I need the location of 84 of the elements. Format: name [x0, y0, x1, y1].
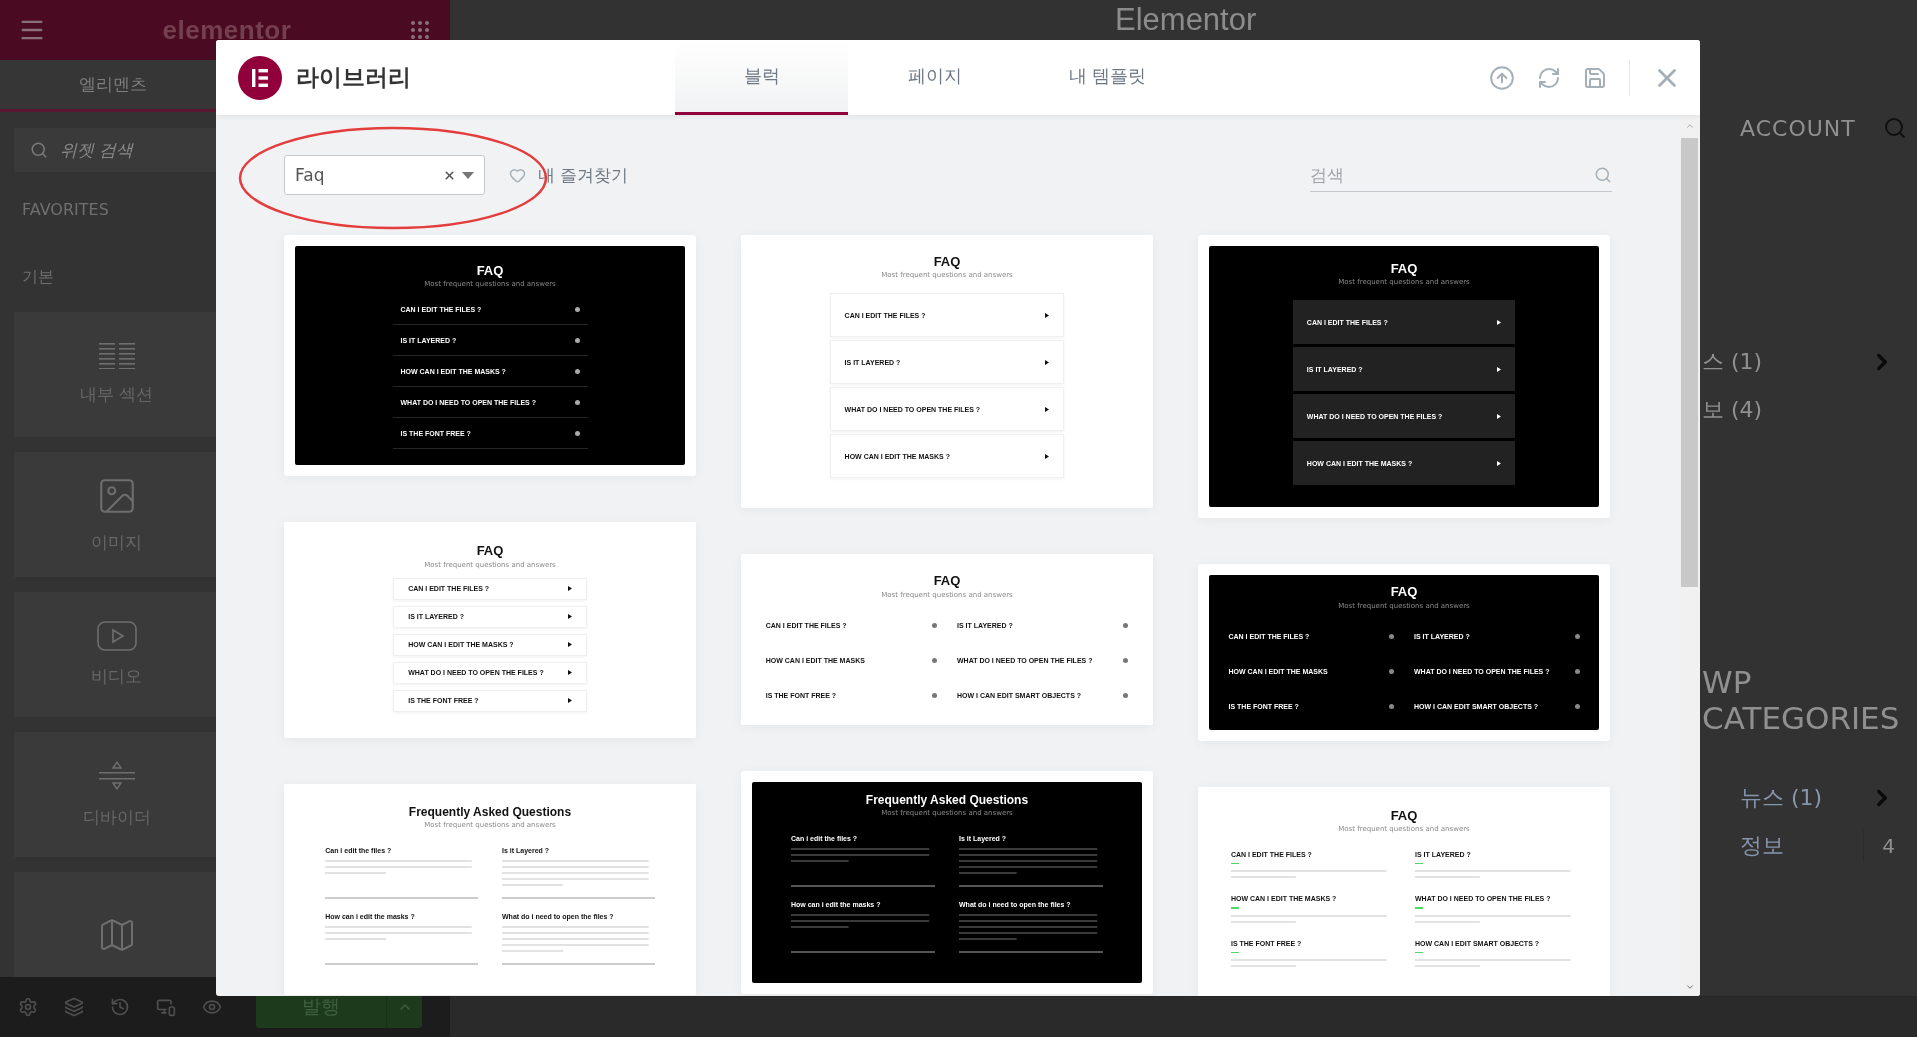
library-tab[interactable]: 블럭: [675, 40, 848, 115]
caret-icon: [567, 614, 572, 620]
eye-icon[interactable]: [202, 997, 222, 1017]
layers-icon[interactable]: [64, 997, 84, 1017]
dot-icon: [574, 337, 580, 343]
library-tab[interactable]: 내 템플릿: [1021, 40, 1194, 115]
sync-icon[interactable]: [1537, 65, 1561, 90]
dot-icon: [932, 658, 937, 664]
dot-icon: [1574, 704, 1580, 710]
caret-icon: [1045, 453, 1050, 459]
accent-dash: [1230, 951, 1239, 954]
search-field[interactable]: 검색: [1310, 158, 1612, 192]
search-icon: [1594, 166, 1612, 184]
dialog-title: 라이브러리: [296, 63, 411, 92]
dot-icon: [1389, 634, 1394, 640]
dot-icon: [1123, 623, 1129, 629]
caret-icon: [567, 586, 572, 592]
category-link[interactable]: 스 (1): [1702, 347, 1763, 377]
page-title: Elementor: [1115, 3, 1257, 37]
history-icon[interactable]: [110, 997, 130, 1017]
accent-dash: [1415, 951, 1423, 954]
accent-dash: [1415, 907, 1423, 909]
dot-icon: [932, 693, 937, 699]
caret-icon: [567, 698, 572, 704]
scroll-up-icon: [1684, 121, 1695, 131]
library-tab[interactable]: 페이지: [848, 40, 1021, 115]
template-title: FAQ: [933, 255, 961, 270]
dot-icon: [1123, 658, 1129, 664]
template-title: Frequently Asked Questions: [865, 793, 1029, 807]
template-title: FAQ: [476, 544, 504, 559]
caret-icon: [1045, 406, 1050, 412]
columns-icon: [98, 343, 135, 369]
logo-icon: [238, 55, 282, 100]
category-link[interactable]: 뉴스 (1): [1740, 783, 1823, 813]
template-title: FAQ: [1390, 585, 1418, 600]
widget-heading: CATEGORIES: [1701, 700, 1901, 736]
save-icon[interactable]: [1583, 65, 1607, 90]
search-icon: [30, 141, 48, 159]
dot-icon: [574, 368, 580, 374]
caret-icon: [567, 670, 572, 676]
dot-icon: [574, 399, 580, 405]
widget-heading: WP: [1701, 664, 1753, 700]
category-link[interactable]: 정보: [1740, 831, 1784, 861]
caret-icon: [1497, 413, 1502, 419]
dot-icon: [1574, 669, 1580, 675]
template-title: FAQ: [476, 264, 504, 279]
section-heading: 기본: [22, 267, 54, 288]
dot-icon: [1389, 704, 1394, 710]
caret-icon: [462, 171, 474, 179]
accent-dash: [1230, 862, 1239, 865]
template-title: Frequently Asked Questions: [408, 805, 572, 819]
heart-icon[interactable]: [509, 166, 526, 184]
accent-dash: [1230, 907, 1239, 909]
dot-icon: [1123, 693, 1129, 699]
search-icon[interactable]: [1883, 116, 1907, 140]
caret-icon: [1045, 312, 1050, 318]
dot-icon: [574, 430, 580, 436]
dot-icon: [932, 623, 937, 629]
dot-icon: [1574, 634, 1580, 640]
widget-card[interactable]: [14, 872, 219, 977]
upload-icon[interactable]: [1489, 64, 1515, 91]
category-link[interactable]: 보 (4): [1702, 395, 1763, 425]
apps-icon[interactable]: [408, 18, 432, 42]
dot-icon: [1389, 669, 1394, 675]
template-title: FAQ: [1390, 808, 1418, 823]
divider-icon: [98, 760, 135, 792]
caret-icon: [1497, 460, 1502, 466]
caret-icon: [567, 642, 572, 648]
post-count: 4: [1863, 830, 1895, 862]
caret-icon: [1497, 366, 1502, 372]
caret-icon: [1045, 359, 1050, 365]
dot-icon: [574, 306, 580, 312]
caret-icon: [1497, 319, 1502, 325]
category-select[interactable]: Faq: [284, 155, 485, 195]
clear-icon[interactable]: [443, 168, 456, 182]
settings-icon[interactable]: [18, 997, 38, 1017]
template-title: FAQ: [933, 574, 961, 589]
responsive-icon[interactable]: [156, 997, 176, 1017]
play-icon: [96, 621, 137, 651]
scroll-down-icon: [1684, 982, 1695, 992]
template-title: FAQ: [1390, 262, 1418, 277]
section-heading: FAVORITES: [22, 200, 109, 219]
nav-link[interactable]: ACCOUNT: [1740, 115, 1856, 141]
accent-dash: [1415, 862, 1423, 865]
